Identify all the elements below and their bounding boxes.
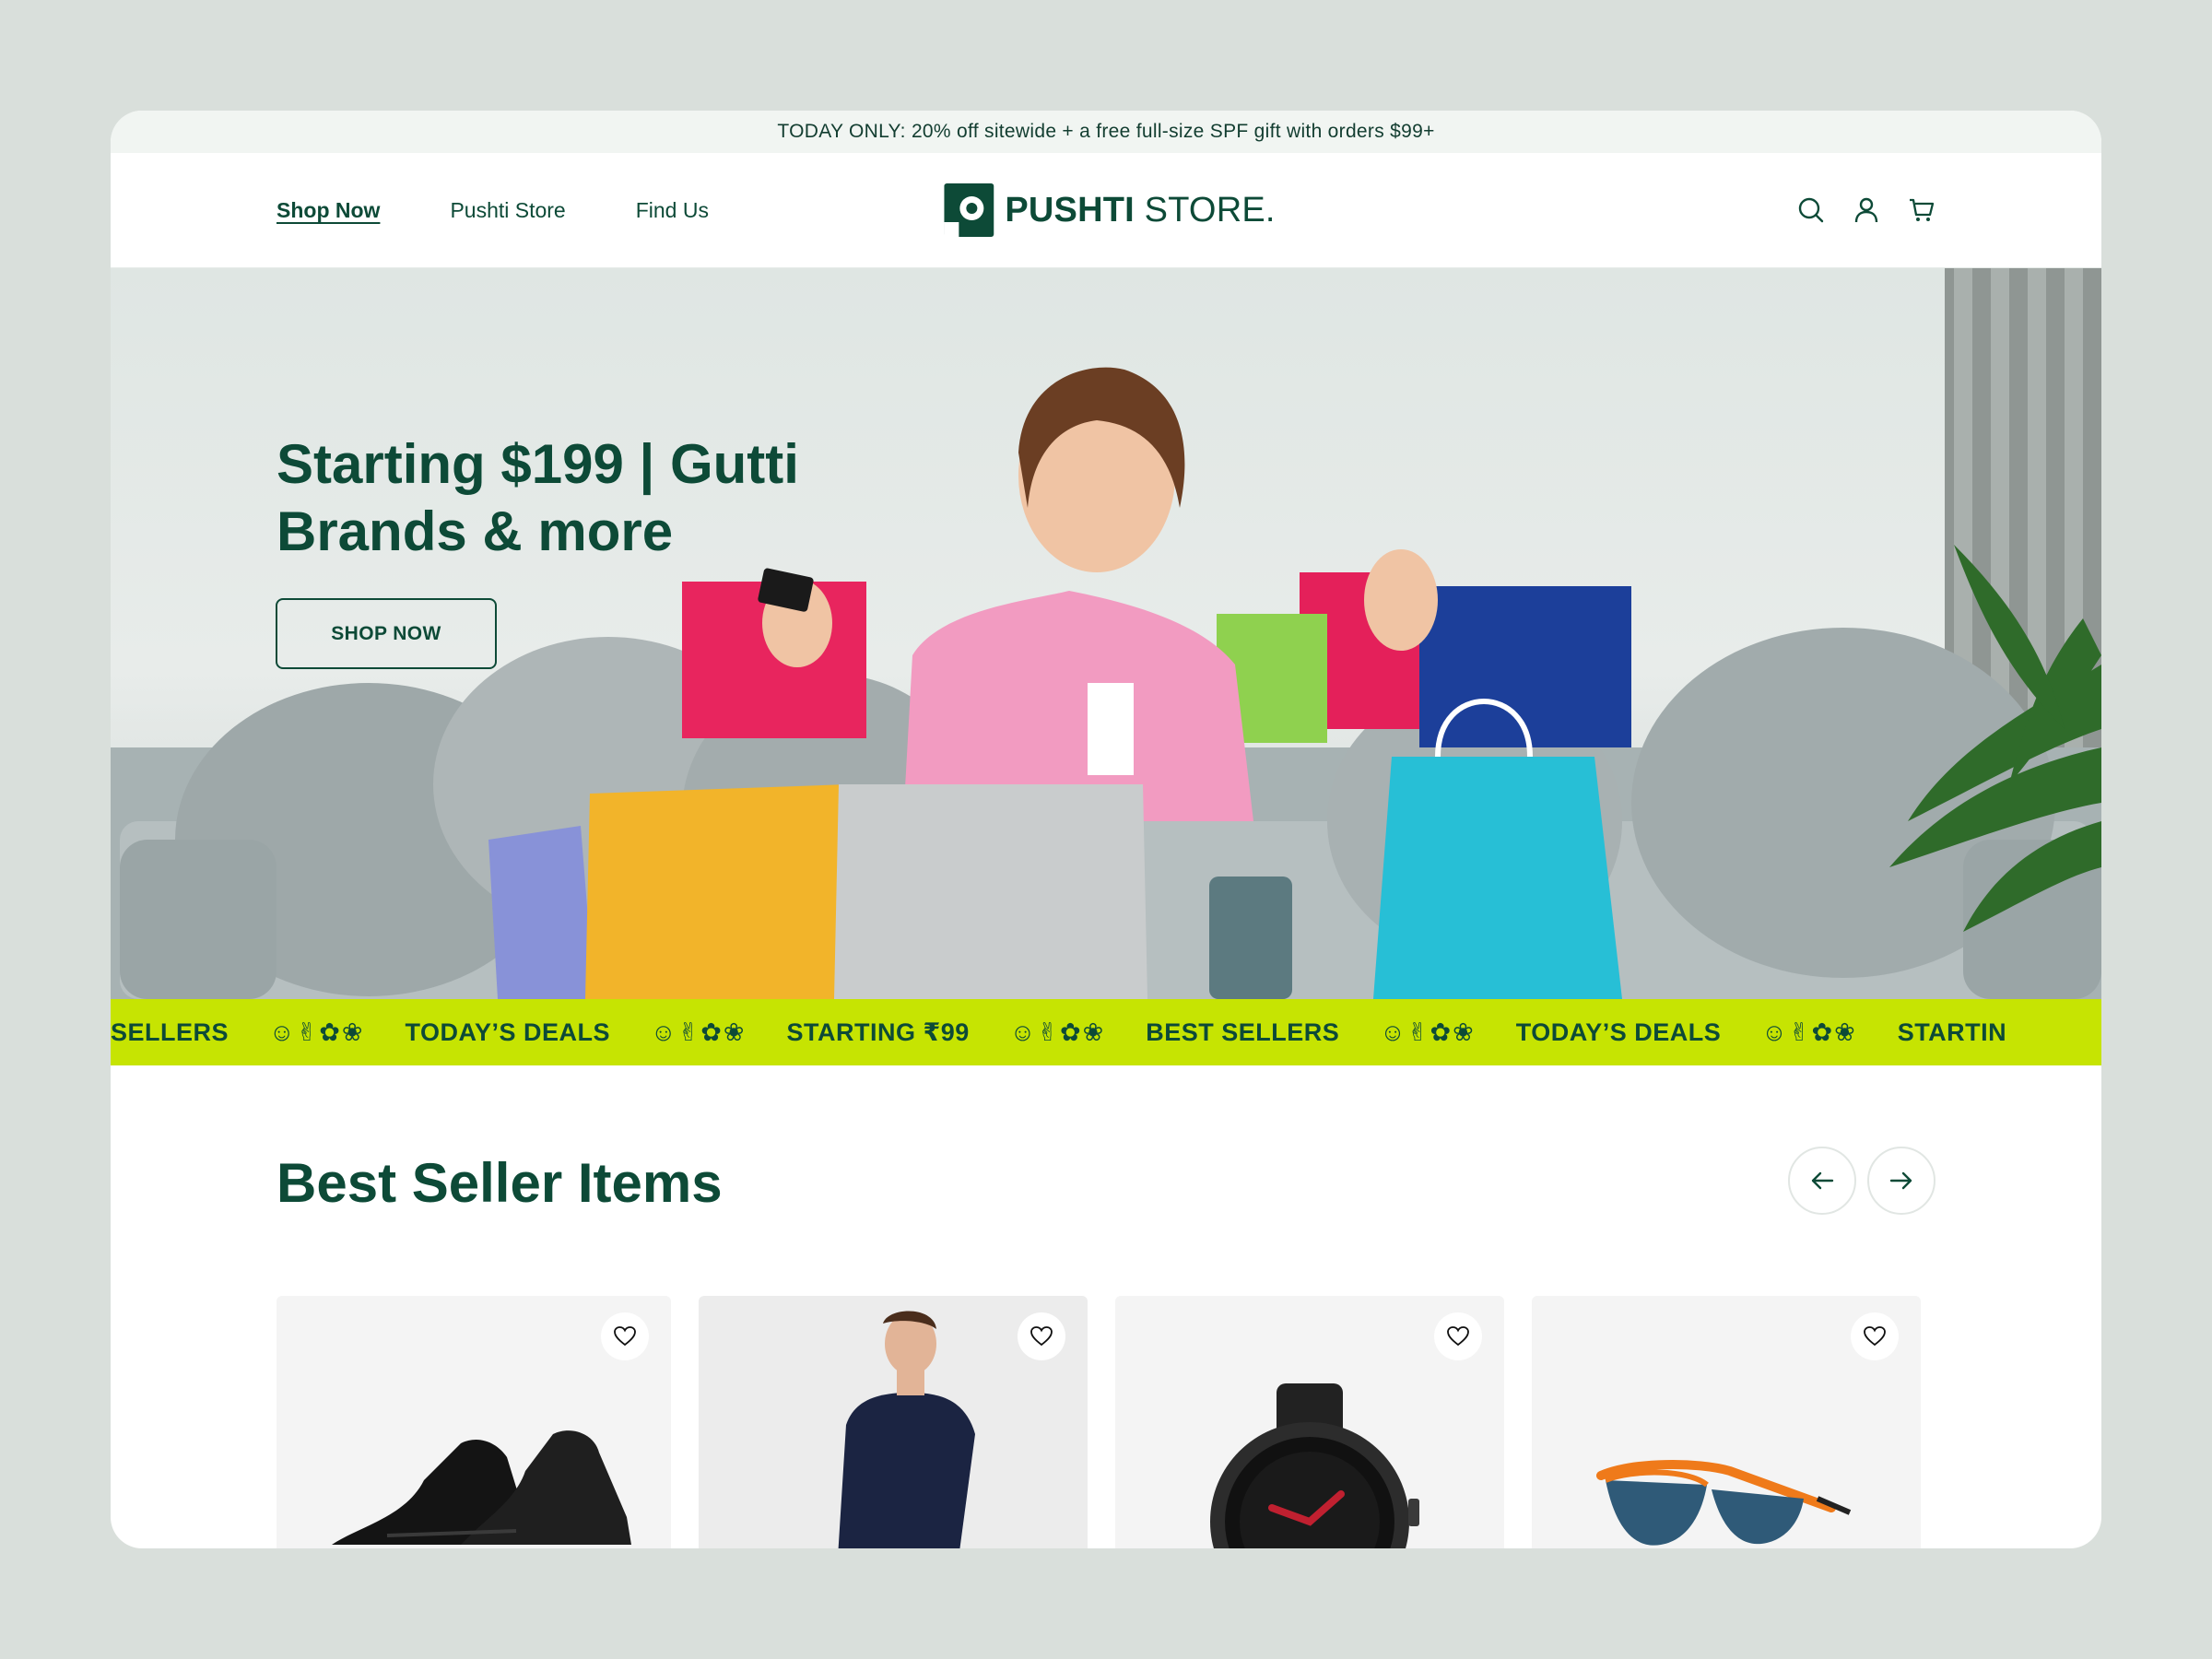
heart-icon	[1864, 1326, 1886, 1347]
hero-banner: Starting $199 | Gutti Brands & more SHOP …	[111, 268, 2101, 999]
product-card-sunglasses[interactable]	[1532, 1296, 1921, 1548]
product-card-sweater[interactable]	[699, 1296, 1088, 1548]
ticker-item: STARTING ₹99	[786, 1018, 970, 1046]
carousel-next-button[interactable]	[1867, 1147, 1936, 1215]
arrow-right-icon	[1889, 1171, 1912, 1190]
nav-pushti-store[interactable]: Pushti Store	[450, 198, 565, 223]
site-header: Shop Now Pushti Store Find Us PUSHTI STO…	[111, 153, 2101, 268]
search-icon[interactable]	[1797, 196, 1825, 224]
heart-icon	[1447, 1326, 1469, 1347]
heart-icon	[1030, 1326, 1053, 1347]
heart-icon	[614, 1326, 636, 1347]
ticker-emoji-icons: ☺✌✿❀	[1761, 1018, 1857, 1046]
promo-ticker: SELLERS ☺✌✿❀ TODAY’S DEALS ☺✌✿❀ STARTING…	[111, 999, 2101, 1065]
browser-frame: TODAY ONLY: 20% off sitewide + a free fu…	[111, 111, 2101, 1548]
arrow-left-icon	[1811, 1171, 1834, 1190]
hero-shop-now-button[interactable]: SHOP NOW	[276, 598, 497, 669]
ticker-emoji-icons: ☺✌✿❀	[269, 1018, 365, 1046]
carousel-prev-button[interactable]	[1788, 1147, 1856, 1215]
announcement-text: TODAY ONLY: 20% off sitewide + a free fu…	[777, 121, 1435, 142]
carousel-controls	[1788, 1147, 1936, 1215]
ticker-item: BEST SELLERS	[1146, 1018, 1340, 1046]
brand-logo[interactable]: PUSHTI STORE.	[944, 183, 1275, 237]
brand-name: PUSHTI STORE.	[1005, 190, 1276, 229]
wishlist-button[interactable]	[1851, 1312, 1899, 1360]
hero-title: Starting $199 | Gutti Brands & more	[276, 433, 799, 562]
nav-shop-now[interactable]: Shop Now	[276, 198, 380, 223]
announcement-bar: TODAY ONLY: 20% off sitewide + a free fu…	[111, 111, 2101, 153]
header-actions	[1797, 196, 1936, 224]
best-seller-section: Best Seller Items	[111, 1065, 2101, 1548]
ticker-item: SELLERS	[111, 1018, 229, 1046]
nav-find-us[interactable]: Find Us	[636, 198, 709, 223]
wishlist-button[interactable]	[601, 1312, 649, 1360]
section-header: Best Seller Items	[276, 1065, 1936, 1296]
ticker-item: TODAY’S DEALS	[405, 1018, 611, 1046]
ticker-emoji-icons: ☺✌✿❀	[651, 1018, 747, 1046]
product-card-smartwatch[interactable]	[1115, 1296, 1504, 1548]
ticker-emoji-icons: ☺✌✿❀	[1009, 1018, 1106, 1046]
cart-icon[interactable]	[1908, 196, 1936, 224]
wishlist-button[interactable]	[1018, 1312, 1065, 1360]
product-card-sneakers[interactable]	[276, 1296, 671, 1548]
ticker-item: TODAY’S DEALS	[1515, 1018, 1722, 1046]
account-icon[interactable]	[1853, 196, 1880, 224]
ticker-item: STARTIN	[1897, 1018, 2007, 1046]
wishlist-button[interactable]	[1434, 1312, 1482, 1360]
logo-mark-icon	[944, 183, 994, 237]
ticker-track: SELLERS ☺✌✿❀ TODAY’S DEALS ☺✌✿❀ STARTING…	[111, 1018, 2038, 1047]
product-list	[276, 1296, 1936, 1548]
section-title: Best Seller Items	[276, 1151, 723, 1214]
main-nav: Shop Now Pushti Store Find Us	[276, 198, 709, 223]
ticker-emoji-icons: ☺✌✿❀	[1380, 1018, 1476, 1046]
